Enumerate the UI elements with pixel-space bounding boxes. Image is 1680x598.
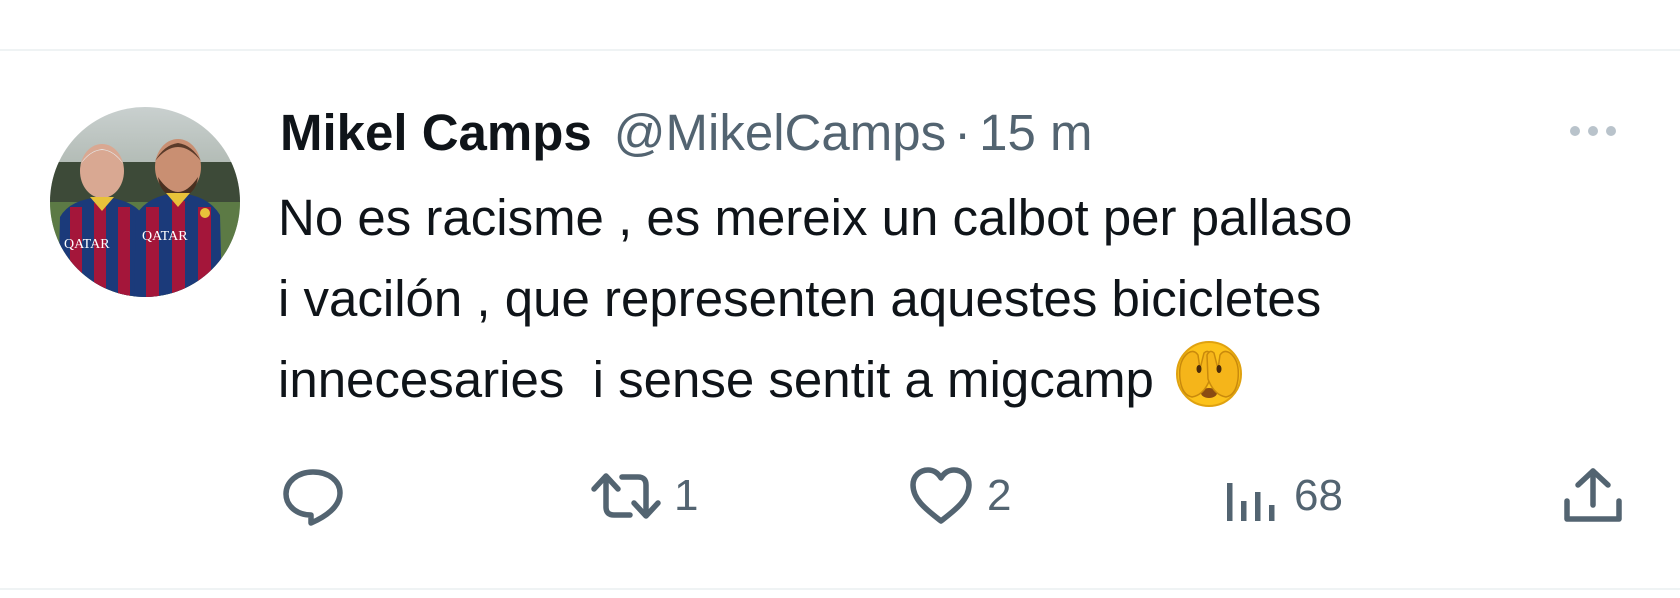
retweet-count: 1 <box>674 471 699 520</box>
share-button[interactable] <box>1560 451 1626 541</box>
more-icon[interactable] <box>1558 115 1628 147</box>
bottom-divider <box>0 588 1680 590</box>
separator-dot: · <box>954 103 972 161</box>
avatar-shirt-text-right: QATAR <box>142 229 188 244</box>
like-button[interactable]: 2 <box>907 451 1011 541</box>
avatar-photo: QATAR QATAR <box>50 107 240 297</box>
tweet[interactable]: QATAR QATAR Mikel Camps @MikelCamps · 15… <box>0 51 1680 587</box>
views-button[interactable]: 68 <box>1222 451 1343 541</box>
tweet-text-line-3: innecesaries i sense sentit a migcamp <box>278 351 1154 408</box>
face-with-peeking-eye-emoji <box>1174 339 1244 432</box>
more-dot <box>1570 126 1580 136</box>
tweet-actions: 1 2 68 <box>0 451 1680 541</box>
avatar[interactable]: QATAR QATAR <box>50 107 240 297</box>
views-count: 68 <box>1294 471 1343 520</box>
reply-icon <box>283 469 343 526</box>
timestamp[interactable]: 15 m <box>979 103 1092 162</box>
more-dot <box>1606 126 1616 136</box>
display-name[interactable]: Mikel Camps <box>280 103 592 162</box>
reply-button[interactable] <box>280 451 358 541</box>
retweet-button[interactable]: 1 <box>590 451 698 541</box>
tweet-text-line-1: No es racisme , es mereix un calbot per … <box>278 189 1353 246</box>
like-count: 2 <box>987 471 1012 520</box>
more-dot <box>1588 126 1598 136</box>
user-handle[interactable]: @MikelCamps <box>614 103 946 162</box>
views-icon <box>1227 483 1275 521</box>
heart-icon <box>910 467 972 524</box>
share-icon <box>1564 468 1622 522</box>
tweet-text-line-2: i vacilón , que representen aquestes bic… <box>278 270 1322 327</box>
tweet-header: Mikel Camps @MikelCamps · 15 m <box>280 97 1092 167</box>
avatar-shirt-text-left: QATAR <box>64 237 110 252</box>
retweet-icon <box>591 473 661 519</box>
tweet-text: No es racisme , es mereix un calbot per … <box>278 177 1638 432</box>
